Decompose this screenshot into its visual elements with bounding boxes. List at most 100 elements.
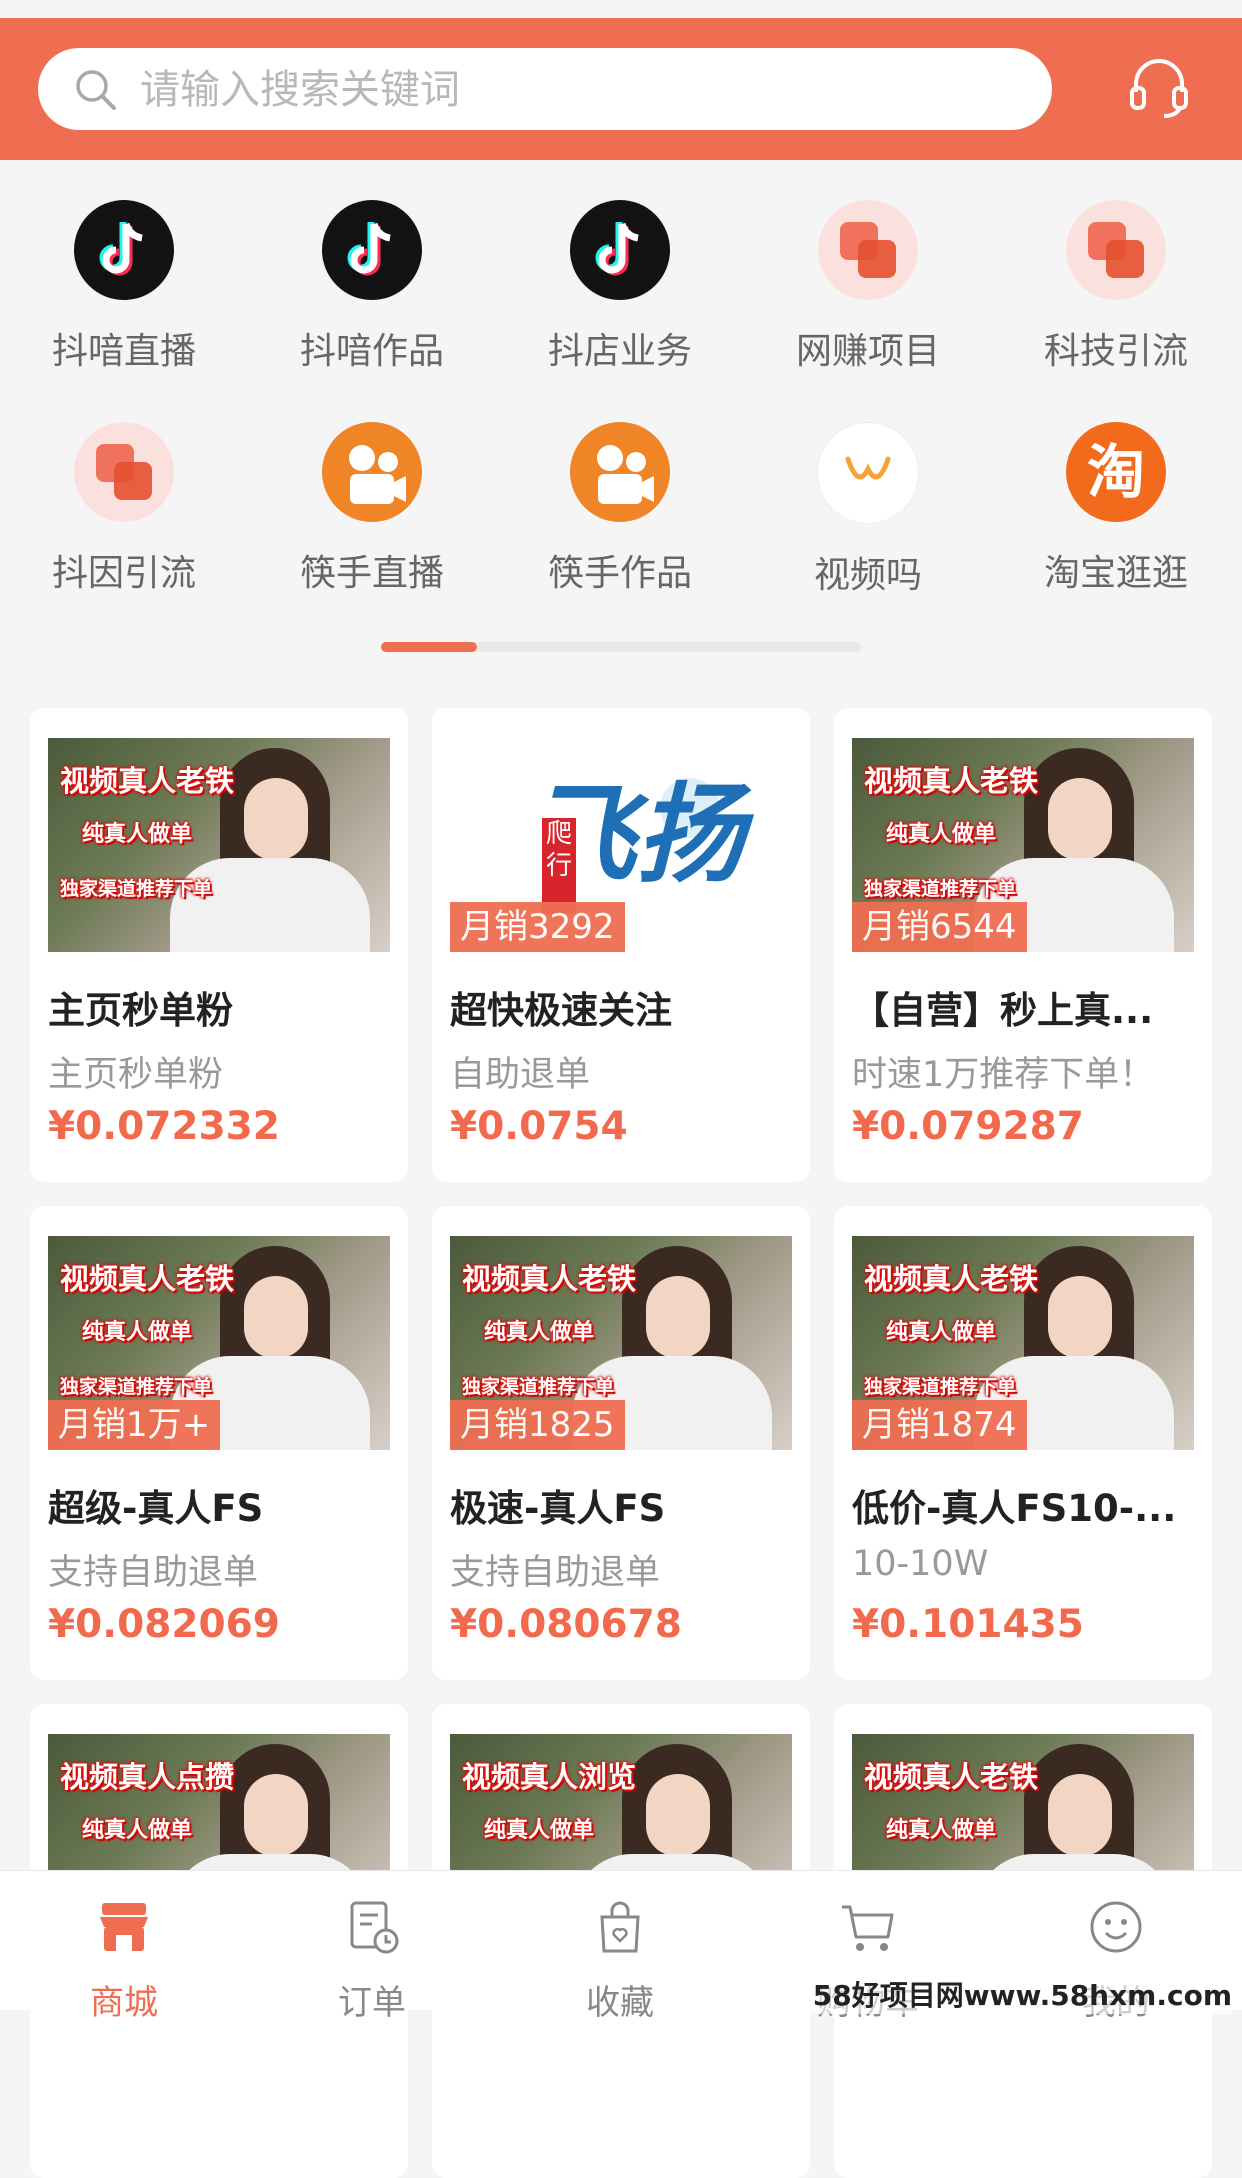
category-label: 网赚项目 — [795, 331, 940, 372]
product-subtitle: 支持自助退单 — [48, 1553, 259, 1593]
product-card[interactable]: 视频真人老铁 纯真人做单 独家渠道推荐下单 月销1万+ 超级-真人FS 支持自助… — [30, 1206, 408, 1680]
banner-text: 独家渠道推荐下单 — [60, 1376, 213, 1398]
banner-text: 视频真人老铁 — [60, 764, 235, 798]
tab-label: 订单 — [338, 1983, 406, 2023]
banner-text: 视频真人老铁 — [864, 1760, 1039, 1794]
sales-badge: 月销1万+ — [48, 1400, 221, 1450]
product-subtitle: 自助退单 — [450, 1055, 591, 1095]
stacked-squares-icon — [1066, 200, 1166, 300]
banner-text: 纯真人做单 — [82, 822, 193, 847]
page-indicator — [381, 642, 861, 652]
product-title: 低价-真人FS10-... — [852, 1487, 1177, 1530]
category-label: 筷手作品 — [547, 553, 692, 594]
banner-text: 独家渠道推荐下单 — [864, 878, 1017, 900]
banner-text: 视频真人老铁 — [60, 1262, 235, 1296]
product-card[interactable]: 视频真人老铁 纯真人做单 独家渠道推荐下单 月销1825 极速-真人FS 支持自… — [432, 1206, 810, 1680]
product-subtitle: 支持自助退单 — [450, 1553, 661, 1593]
tab-store[interactable]: 商城 — [24, 1897, 224, 2024]
category-label: 抖喑作品 — [299, 331, 444, 372]
product-card[interactable]: 视频真人老铁 纯真人做单 独家渠道推荐下单 月销6544 【自营】秒上真... … — [834, 708, 1212, 1182]
product-subtitle: 10-10W — [852, 1544, 989, 1584]
search-icon — [76, 70, 116, 110]
product-card[interactable]: 视频真人老铁 纯真人做单 独家渠道推荐下单 月销1874 低价-真人FS10-.… — [834, 1206, 1212, 1680]
sales-badge: 月销6544 — [852, 902, 1027, 952]
banner-text: 视频真人老铁 — [864, 764, 1039, 798]
banner-text: 视频真人老铁 — [462, 1262, 637, 1296]
product-image: 视频真人老铁 纯真人做单 独家渠道推荐下单 月销6544 — [852, 738, 1194, 952]
stacked-squares-icon — [818, 200, 918, 300]
product-price: ¥0.072332 — [48, 1104, 280, 1149]
category-item[interactable]: 淘 淘宝逛逛 — [1016, 422, 1216, 596]
tiktok-icon — [322, 200, 422, 300]
tab-favorites[interactable]: 收藏 — [520, 1897, 720, 2024]
category-label: 抖店业务 — [547, 331, 692, 372]
sales-badge: 月销1874 — [852, 1400, 1027, 1450]
banner-text: 纯真人做单 — [886, 1818, 997, 1843]
logo-seal: 爬行 — [542, 818, 576, 914]
category-item[interactable]: 网赚项目 — [768, 200, 968, 374]
search-bar[interactable] — [38, 48, 1052, 130]
category-label: 抖喑直播 — [51, 331, 196, 372]
product-image: 视频真人老铁 纯真人做单 独家渠道推荐下单 — [48, 738, 390, 952]
category-grid: 抖喑直播 抖喑作品 抖店业务 网赚项目 科技引流 抖因引流 筷手直播 筷手作品 — [0, 200, 1242, 640]
category-label: 抖因引流 — [51, 553, 196, 594]
page-indicator-active — [381, 642, 477, 652]
category-item[interactable]: 抖因引流 — [24, 422, 224, 596]
search-input[interactable] — [138, 62, 1022, 118]
category-item[interactable]: 筷手直播 — [272, 422, 472, 596]
product-subtitle: 时速1万推荐下单！ — [852, 1055, 1155, 1095]
kuaishou-icon — [570, 422, 670, 522]
product-price: ¥0.101435 — [852, 1602, 1084, 1647]
category-item[interactable]: 抖喑作品 — [272, 200, 472, 374]
favorite-bag-icon — [600, 1901, 640, 1953]
banner-text: 视频真人点攒 — [60, 1760, 235, 1794]
taobao-icon: 淘 — [1066, 422, 1166, 522]
headset-icon[interactable] — [1126, 54, 1192, 120]
category-label: 筷手直播 — [299, 553, 444, 594]
product-price: ¥0.0754 — [450, 1104, 628, 1149]
tiktok-icon — [570, 200, 670, 300]
banner-text: 独家渠道推荐下单 — [864, 1376, 1017, 1398]
product-title: 【自营】秒上真... — [852, 989, 1154, 1032]
stacked-squares-icon — [74, 422, 174, 522]
wechat-channels-icon — [817, 422, 919, 524]
category-label: 科技引流 — [1043, 331, 1188, 372]
banner-text: 视频真人浏览 — [462, 1760, 637, 1794]
banner-text: 纯真人做单 — [484, 1818, 595, 1843]
product-price: ¥0.079287 — [852, 1104, 1084, 1149]
cart-icon — [842, 1905, 894, 1951]
banner-text: 视频真人老铁 — [864, 1262, 1039, 1296]
product-card[interactable]: 视频真人老铁 纯真人做单 独家渠道推荐下单 主页秒单粉 主页秒单粉 ¥0.072… — [30, 708, 408, 1182]
category-item[interactable]: 筷手作品 — [520, 422, 720, 596]
category-item[interactable]: 科技引流 — [1016, 200, 1216, 374]
product-price: ¥0.080678 — [450, 1602, 682, 1647]
product-title: 主页秒单粉 — [48, 989, 233, 1032]
sales-badge: 月销1825 — [450, 1400, 625, 1450]
banner-text: 纯真人做单 — [82, 1818, 193, 1843]
category-label: 视频吗 — [813, 555, 922, 596]
category-item[interactable]: 视频吗 — [768, 422, 968, 598]
product-image: 飞扬 爬行 月销3292 — [450, 738, 792, 952]
product-subtitle: 主页秒单粉 — [48, 1055, 224, 1095]
product-image: 视频真人老铁 纯真人做单 独家渠道推荐下单 月销1825 — [450, 1236, 792, 1450]
banner-text: 纯真人做单 — [886, 1320, 997, 1345]
store-icon — [100, 1903, 148, 1951]
category-item[interactable]: 抖喑直播 — [24, 200, 224, 374]
product-image: 视频真人老铁 纯真人做单 独家渠道推荐下单 月销1万+ — [48, 1236, 390, 1450]
tab-label: 商城 — [90, 1983, 158, 2023]
product-image: 视频真人老铁 纯真人做单 独家渠道推荐下单 月销1874 — [852, 1236, 1194, 1450]
banner-text: 独家渠道推荐下单 — [60, 878, 213, 900]
sales-badge: 月销3292 — [450, 902, 625, 952]
tab-orders[interactable]: 订单 — [272, 1897, 472, 2024]
product-card[interactable]: 飞扬 爬行 月销3292 超快极速关注 自助退单 ¥0.0754 — [432, 708, 810, 1182]
kuaishou-icon — [322, 422, 422, 522]
tab-label: 收藏 — [586, 1983, 654, 2023]
header-bar — [0, 18, 1242, 160]
banner-text: 纯真人做单 — [484, 1320, 595, 1345]
product-title: 超级-真人FS — [48, 1487, 264, 1530]
banner-text: 独家渠道推荐下单 — [462, 1376, 615, 1398]
category-item[interactable]: 抖店业务 — [520, 200, 720, 374]
banner-text: 纯真人做单 — [82, 1320, 193, 1345]
product-price: ¥0.082069 — [48, 1602, 280, 1647]
order-icon — [350, 1901, 399, 1954]
